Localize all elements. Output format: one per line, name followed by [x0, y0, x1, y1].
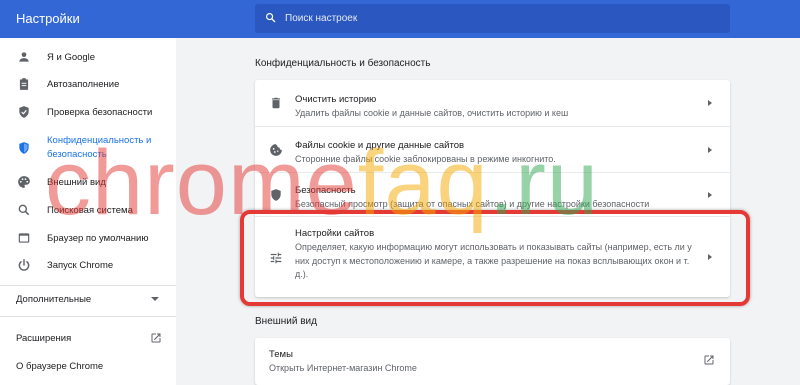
sidebar-item-autofill[interactable]: Автозаполнение: [0, 71, 176, 97]
security-row[interactable]: Безопасность Безопасный просмотр (защита…: [255, 172, 730, 216]
sidebar-item-label: Браузер по умолчанию: [47, 233, 149, 244]
sidebar-item-label: Я и Google: [47, 52, 96, 63]
sidebar-item-label: Конфиденциальность и безопасность: [47, 135, 152, 160]
row-title: Темы: [269, 349, 293, 360]
search-input[interactable]: [285, 4, 715, 33]
sidebar-item-safety-check[interactable]: Проверка безопасности: [0, 99, 176, 125]
sidebar-item-appearance[interactable]: Внешний вид: [0, 169, 176, 195]
trash-icon: [271, 97, 281, 109]
row-subtitle: Безопасный просмотр (защита от опасных с…: [295, 199, 650, 209]
row-subtitle: Удалить файлы cookie и данные сайтов, оч…: [295, 108, 569, 118]
sidebar-item-label: Поисковая система: [47, 205, 133, 216]
page-title: Настройки: [16, 11, 80, 26]
privacy-card: Очистить историю Удалить файлы cookie и …: [255, 80, 730, 297]
sidebar-item-privacy[interactable]: Конфиденциальность и безопасность: [0, 130, 176, 166]
clipboard-icon: [19, 78, 29, 90]
chevron-right-icon: [708, 192, 712, 198]
sidebar-item-about-chrome[interactable]: О браузере Chrome: [16, 361, 103, 372]
sidebar-item-extensions[interactable]: Расширения: [16, 333, 71, 344]
row-title: Очистить историю: [295, 94, 377, 105]
open-in-new-icon[interactable]: [703, 354, 715, 366]
clear-history-row[interactable]: Очистить историю Удалить файлы cookie и …: [255, 80, 730, 126]
chevron-right-icon: [708, 147, 712, 153]
sidebar-item-on-startup[interactable]: Запуск Chrome: [0, 252, 176, 278]
tune-icon: [270, 252, 282, 264]
shield-icon: [271, 189, 281, 201]
row-title: Безопасность: [295, 185, 356, 196]
power-icon: [18, 259, 30, 271]
top-bar: Настройки: [0, 0, 800, 38]
search-box[interactable]: [255, 4, 730, 33]
sidebar-advanced[interactable]: Дополнительные: [16, 294, 91, 305]
sidebar-item-label: Проверка безопасности: [47, 107, 153, 118]
row-subtitle: Сторонние файлы cookie заблокированы в р…: [295, 154, 556, 164]
palette-icon: [18, 176, 30, 188]
sidebar-item-label: Автозаполнение: [47, 79, 120, 90]
cookie-icon: [270, 144, 282, 156]
privacy-section-title: Конфиденциальность и безопасность: [255, 58, 431, 69]
sidebar-divider: [0, 316, 176, 317]
row-subtitle: Определяет, какую информацию могут испол…: [295, 242, 692, 279]
person-icon: [19, 52, 29, 62]
open-in-new-icon[interactable]: [150, 332, 162, 344]
cookies-row[interactable]: Файлы cookie и другие данные сайтов Стор…: [255, 126, 730, 172]
row-title: Настройки сайтов: [295, 228, 375, 239]
shield-icon: [19, 142, 29, 154]
chevron-down-icon[interactable]: [151, 297, 159, 301]
sidebar-item-label: Запуск Chrome: [47, 260, 114, 271]
chevron-right-icon: [708, 100, 712, 106]
sidebar-item-search-engine[interactable]: Поисковая система: [0, 197, 176, 223]
themes-row[interactable]: Темы Открыть Интернет-магазин Chrome: [255, 338, 730, 385]
sidebar: Я и Google Автозаполнение Проверка безоп…: [0, 38, 176, 385]
row-title: Файлы cookie и другие данные сайтов: [295, 140, 465, 151]
search-icon: [18, 204, 30, 216]
site-settings-row[interactable]: Настройки сайтов Определяет, какую инфор…: [255, 216, 730, 297]
appearance-card: Темы Открыть Интернет-магазин Chrome: [255, 338, 730, 385]
row-subtitle: Открыть Интернет-магазин Chrome: [269, 363, 417, 373]
browser-icon: [18, 233, 30, 243]
sidebar-item-default-browser[interactable]: Браузер по умолчанию: [0, 225, 176, 251]
search-icon: [266, 13, 276, 23]
appearance-section-title: Внешний вид: [255, 316, 317, 327]
shield-check-icon: [19, 106, 29, 118]
sidebar-item-label: Внешний вид: [47, 177, 106, 188]
sidebar-divider: [0, 285, 176, 286]
sidebar-item-you-and-google[interactable]: Я и Google: [0, 44, 176, 70]
chevron-right-icon: [708, 254, 712, 260]
